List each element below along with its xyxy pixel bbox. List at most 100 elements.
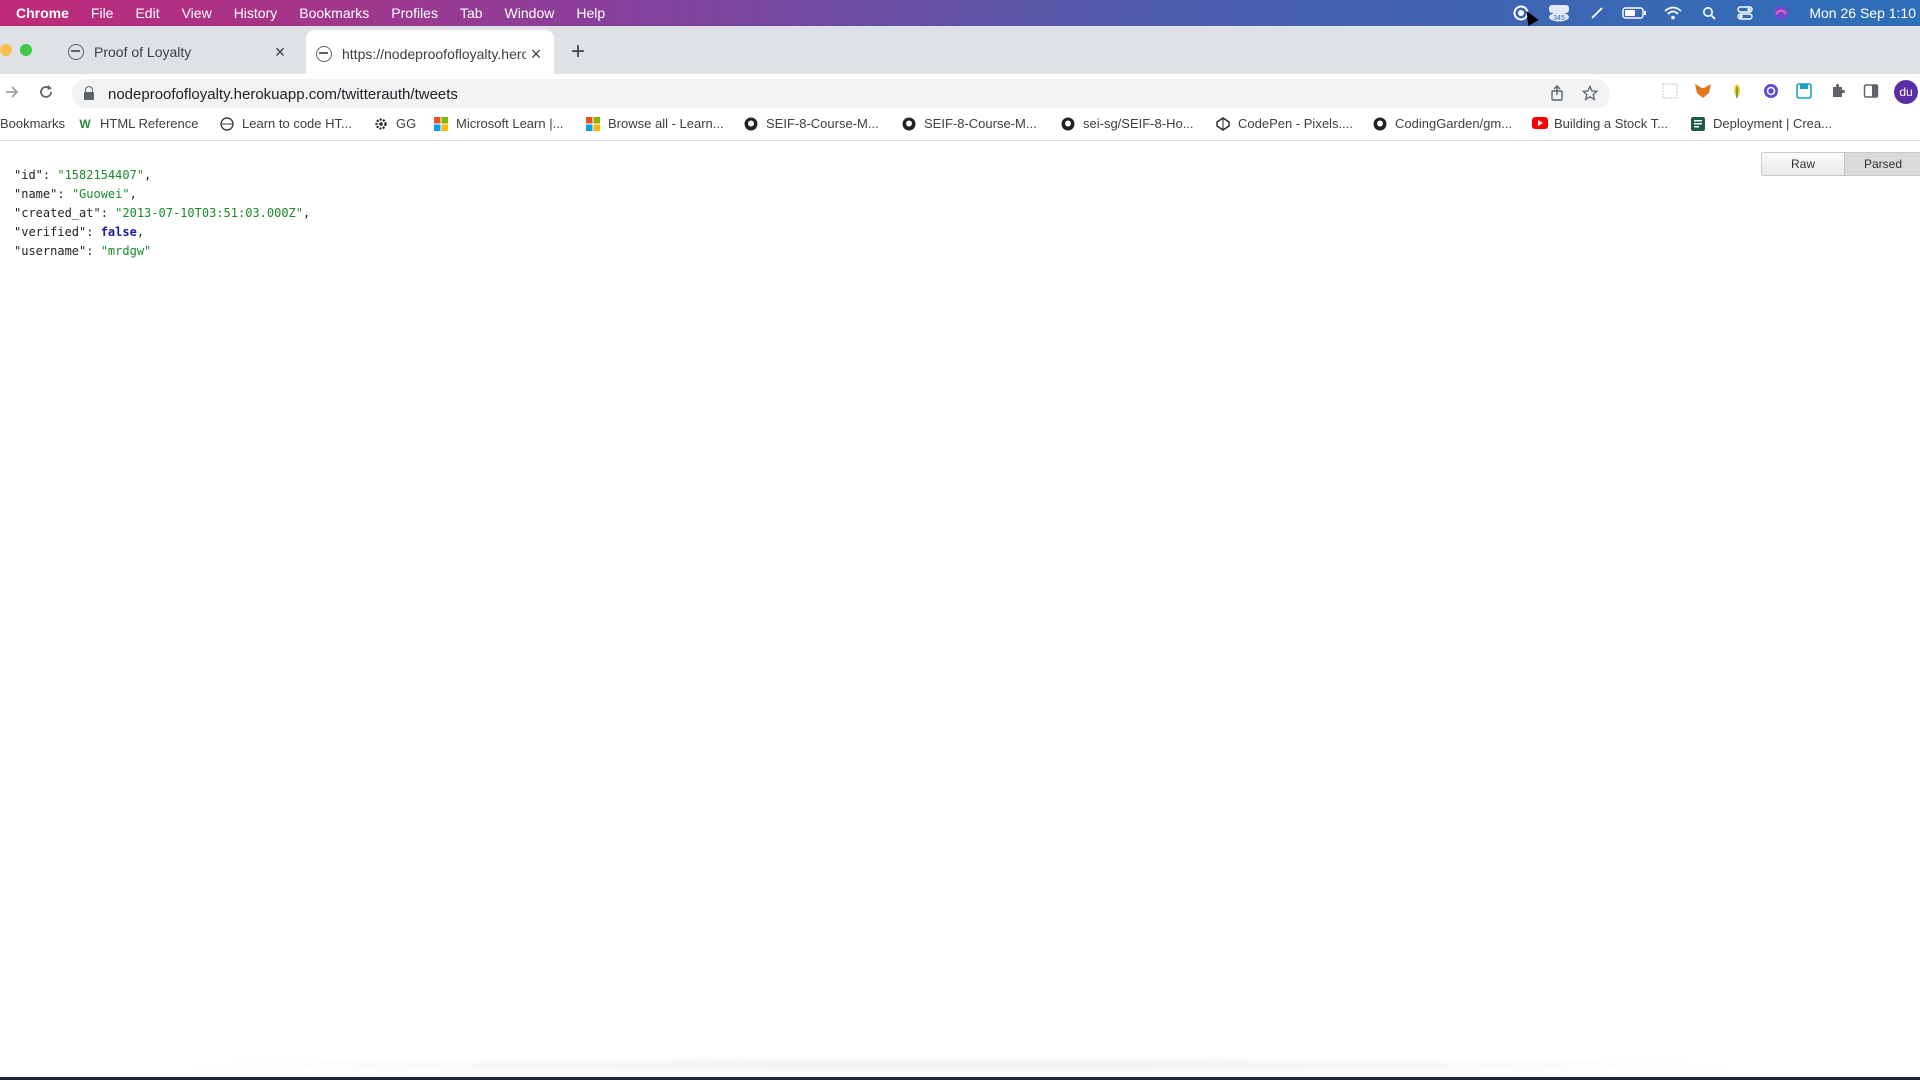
codepen-icon bbox=[1216, 116, 1230, 131]
json-key: "id" bbox=[14, 168, 43, 182]
bookmark-item[interactable]: CodePen - Pixels.... bbox=[1216, 116, 1353, 131]
menu-edit[interactable]: Edit bbox=[124, 0, 170, 26]
bookmark-label: HTML Reference bbox=[100, 116, 199, 131]
w3schools-icon: W bbox=[79, 116, 91, 131]
json-value: false bbox=[100, 225, 137, 239]
json-key: "username" bbox=[14, 244, 87, 258]
json-value: "2013-07-10T03:51:03.000Z" bbox=[115, 206, 303, 220]
tab-proof-of-loyalty[interactable]: Proof of Loyalty × bbox=[58, 34, 298, 70]
bookmark-label: GG bbox=[396, 116, 417, 131]
bookmark-label: Deployment | Crea... bbox=[1713, 116, 1832, 131]
json-line-id: "id": "1582154407", bbox=[14, 168, 152, 182]
menu-window[interactable]: Window bbox=[494, 0, 566, 26]
tab-active-tweets[interactable]: https://nodeproofofloyalty.hero × bbox=[306, 30, 554, 78]
json-key: "verified" bbox=[14, 225, 87, 239]
github-icon bbox=[1061, 117, 1075, 131]
menu-file[interactable]: File bbox=[80, 0, 125, 26]
window-zoom-button[interactable] bbox=[20, 44, 32, 56]
bookmark-star-icon[interactable] bbox=[1581, 84, 1599, 105]
bookmark-item[interactable]: Browse all - Learn... bbox=[586, 116, 724, 131]
bookmark-label: SEIF-8-Course-M... bbox=[924, 116, 1037, 131]
json-line-username: "username": "mrdgw" bbox=[14, 244, 152, 258]
bookmark-label: SEIF-8-Course-M... bbox=[766, 116, 879, 131]
globe-icon bbox=[316, 46, 332, 62]
json-key: "name" bbox=[14, 187, 58, 201]
json-value: "Guowei" bbox=[71, 187, 130, 201]
lock-icon[interactable] bbox=[84, 86, 94, 100]
extension-blank-icon[interactable] bbox=[1661, 82, 1679, 100]
macos-menu-bar: Chrome File Edit View History Bookmarks … bbox=[0, 0, 1920, 26]
bookmark-label: sei-sg/SEIF-8-Ho... bbox=[1083, 116, 1194, 131]
globe-icon bbox=[220, 116, 234, 131]
bookmark-item[interactable]: Building a Stock T... bbox=[1532, 116, 1668, 131]
spotlight-search-icon[interactable] bbox=[1698, 5, 1720, 21]
bookmark-label: Building a Stock T... bbox=[1554, 116, 1668, 131]
microsoft-icon bbox=[434, 116, 448, 131]
metamask-fox-icon[interactable] bbox=[1694, 82, 1712, 100]
bookmark-item[interactable]: Microsoft Learn |... bbox=[434, 116, 563, 131]
bookmark-item[interactable]: GG bbox=[374, 116, 416, 131]
menu-chrome[interactable]: Chrome bbox=[0, 0, 80, 26]
bookmark-label: CodePen - Pixels.... bbox=[1238, 116, 1353, 131]
github-icon bbox=[902, 117, 916, 131]
tab-close-icon[interactable]: × bbox=[526, 44, 546, 65]
bookmark-item[interactable]: Learn to code HT... bbox=[220, 116, 352, 131]
json-viewer: "id": "1582154407", "name": "Guowei", "c… bbox=[14, 166, 310, 261]
json-key: "created_at" bbox=[14, 206, 101, 220]
bookmark-label: Learn to code HT... bbox=[242, 116, 352, 131]
reload-icon[interactable] bbox=[38, 84, 54, 105]
bookmark-item[interactable]: Deployment | Crea... bbox=[1691, 116, 1832, 131]
app-badge-icon[interactable]: 345 bbox=[1546, 5, 1572, 22]
control-center-icon[interactable] bbox=[1734, 5, 1756, 21]
new-tab-button[interactable]: + bbox=[566, 38, 590, 66]
forward-icon[interactable] bbox=[4, 84, 20, 105]
bookmark-label: Browse all - Learn... bbox=[608, 116, 724, 131]
menu-view[interactable]: View bbox=[171, 0, 223, 26]
address-bar[interactable]: nodeproofofloyalty.herokuapp.com/twitter… bbox=[72, 79, 1610, 109]
dock-shadow bbox=[150, 1055, 1770, 1077]
pen-icon[interactable] bbox=[1586, 5, 1608, 21]
bookmark-label: CodingGarden/gm... bbox=[1395, 116, 1513, 131]
tab-title: Proof of Loyalty bbox=[94, 44, 192, 60]
bookmark-item[interactable]: Bookmarks bbox=[0, 116, 65, 131]
battery-icon[interactable] bbox=[1622, 5, 1648, 21]
youtube-icon bbox=[1532, 116, 1548, 131]
extension-circle-icon[interactable] bbox=[1762, 82, 1780, 100]
microsoft-icon bbox=[586, 116, 600, 131]
json-line-created-at: "created_at": "2013-07-10T03:51:03.000Z"… bbox=[14, 206, 311, 220]
menu-profiles[interactable]: Profiles bbox=[380, 0, 449, 26]
view-mode-toggle: Raw Parsed bbox=[1761, 152, 1920, 176]
parsed-button[interactable]: Parsed bbox=[1845, 152, 1920, 176]
github-icon bbox=[744, 117, 758, 131]
puzzle-extensions-icon[interactable] bbox=[1829, 82, 1847, 100]
bookmark-item[interactable]: sei-sg/SEIF-8-Ho... bbox=[1061, 116, 1194, 131]
menu-bookmarks[interactable]: Bookmarks bbox=[288, 0, 380, 26]
gear-icon bbox=[374, 117, 388, 131]
siri-icon[interactable] bbox=[1770, 5, 1792, 21]
bookmarks-bar: Bookmarks W HTML Reference Learn to code… bbox=[0, 108, 1920, 141]
share-icon[interactable] bbox=[1550, 85, 1564, 105]
extension-leaf-icon[interactable] bbox=[1728, 82, 1746, 100]
bookmark-item[interactable]: SEIF-8-Course-M... bbox=[902, 116, 1037, 131]
menu-tab[interactable]: Tab bbox=[449, 0, 494, 26]
save-extension-icon[interactable] bbox=[1795, 82, 1813, 100]
address-url[interactable]: nodeproofofloyalty.herokuapp.com/twitter… bbox=[108, 86, 458, 103]
bookmark-item[interactable]: CodingGarden/gm... bbox=[1373, 116, 1512, 131]
side-panel-icon[interactable] bbox=[1862, 82, 1880, 100]
tab-close-icon[interactable]: × bbox=[270, 42, 290, 63]
bookmark-item[interactable]: W HTML Reference bbox=[78, 116, 199, 131]
badge-count: 345 bbox=[1554, 15, 1566, 22]
window-minimize-button[interactable] bbox=[0, 44, 12, 56]
raw-button[interactable]: Raw bbox=[1761, 152, 1845, 176]
wifi-icon[interactable] bbox=[1662, 5, 1684, 21]
menubar-clock[interactable]: Mon 26 Sep 1:10 bbox=[1809, 5, 1916, 21]
menu-help[interactable]: Help bbox=[565, 0, 616, 26]
bookmark-label: Microsoft Learn |... bbox=[456, 116, 564, 131]
page-icon bbox=[1691, 116, 1705, 131]
profile-avatar[interactable]: du bbox=[1894, 80, 1918, 104]
menu-history[interactable]: History bbox=[223, 0, 289, 26]
globe-icon bbox=[68, 44, 84, 60]
bookmark-item[interactable]: SEIF-8-Course-M... bbox=[744, 116, 879, 131]
github-icon bbox=[1373, 117, 1387, 131]
json-value: "1582154407" bbox=[57, 168, 145, 182]
